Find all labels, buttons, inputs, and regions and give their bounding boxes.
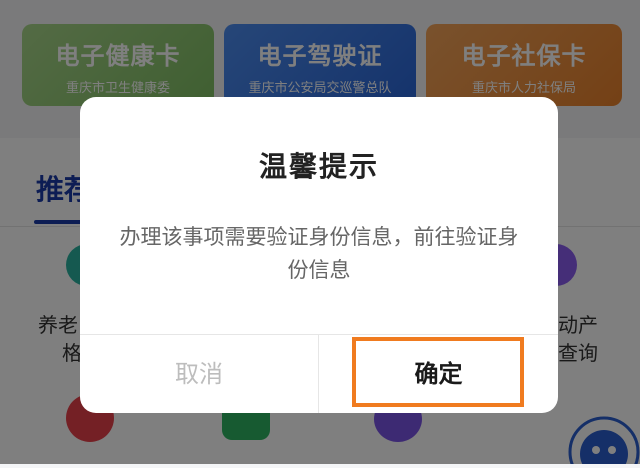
cancel-button[interactable]: 取消 <box>80 335 318 413</box>
dialog-title: 温馨提示 <box>258 150 379 183</box>
dialog-message: 办理该事项需要验证身份信息，前往验证身份信息 <box>119 225 519 282</box>
confirm-highlight-box <box>352 337 524 407</box>
